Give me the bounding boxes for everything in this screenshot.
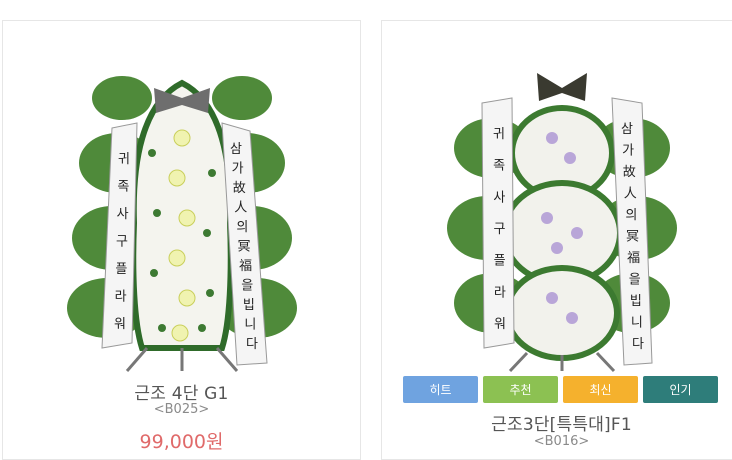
product-image[interactable]: 귀족사구플라워 삼가故人의冥福을빕니다 (3, 43, 360, 383)
ribbon-character: 니 (630, 316, 642, 331)
ribbon-character: 다 (246, 337, 258, 352)
ribbon-character: 가 (622, 144, 634, 159)
product-price: 99,000원 (139, 431, 224, 453)
ribbon-character: 라 (493, 285, 505, 300)
product-code: <B025> (153, 402, 210, 417)
product-name[interactable]: 근조 4단 G1 (3, 379, 360, 404)
ribbon-character: 빕 (629, 294, 641, 309)
product-card[interactable]: 귀족사구플라워 삼가故人의冥福을빕니다 근조 4단 G1 <B025> 99,0… (2, 20, 361, 460)
ribbon-character: 귀 (493, 127, 505, 142)
ribbon-character: 故 (232, 181, 245, 196)
ribbon-character: 人 (234, 201, 247, 216)
ribbon-character: 福 (627, 251, 640, 266)
funeral-wreath-image: 귀족사구플라워 삼가故人의冥福을빕니다 (66, 76, 297, 372)
ribbon-character: 빕 (242, 298, 254, 313)
ribbon-character: 을 (241, 279, 253, 294)
ribbon-character: 사 (116, 207, 128, 222)
badge-recommended[interactable]: 추천 (483, 376, 558, 403)
ribbon-character: 귀 (118, 152, 130, 167)
ribbon-character: 사 (493, 190, 505, 205)
ribbon-character: 라 (114, 290, 126, 305)
funeral-wreath-image: 귀족사구플라워 삼가故人의冥福을빕니다 (446, 73, 677, 373)
ribbon-character: 니 (244, 318, 256, 333)
ribbon-character: 삼 (230, 142, 242, 157)
ribbon-character: 가 (231, 162, 243, 177)
ribbon-character: 족 (117, 180, 129, 195)
ribbon-character: 福 (239, 259, 252, 274)
product-name[interactable]: 근조3단[특특대]F1 (382, 410, 732, 435)
ribbon-character: 故 (622, 165, 635, 180)
ribbon-character: 족 (493, 159, 505, 174)
product-card[interactable]: 귀족사구플라워 삼가故人의冥福을빕니다 히트 추천 최신 인기 근조3단[특특대… (381, 20, 732, 460)
ribbon-character: 冥 (625, 230, 638, 245)
badge-group: 히트 추천 최신 인기 (403, 376, 718, 403)
ribbon-character: 의 (625, 208, 637, 223)
ribbon-character: 구 (116, 235, 128, 250)
ribbon-character: 삼 (621, 122, 633, 137)
ribbon-character: 구 (493, 222, 505, 237)
ribbon-character: 의 (236, 220, 248, 235)
ribbon-character: 플 (115, 262, 127, 277)
badge-hit[interactable]: 히트 (403, 376, 478, 403)
ribbon-character: 을 (628, 273, 640, 288)
ribbon-character: 워 (114, 317, 126, 332)
ribbon-character: 冥 (237, 240, 250, 255)
ribbon-character: 플 (493, 254, 505, 269)
ribbon-character: 人 (623, 187, 636, 202)
badge-popular[interactable]: 인기 (643, 376, 718, 403)
ribbon-character: 워 (494, 317, 506, 332)
product-image[interactable]: 귀족사구플라워 삼가故人의冥福을빕니다 (382, 43, 732, 383)
ribbon-character: 다 (632, 337, 644, 352)
badge-new[interactable]: 최신 (563, 376, 638, 403)
